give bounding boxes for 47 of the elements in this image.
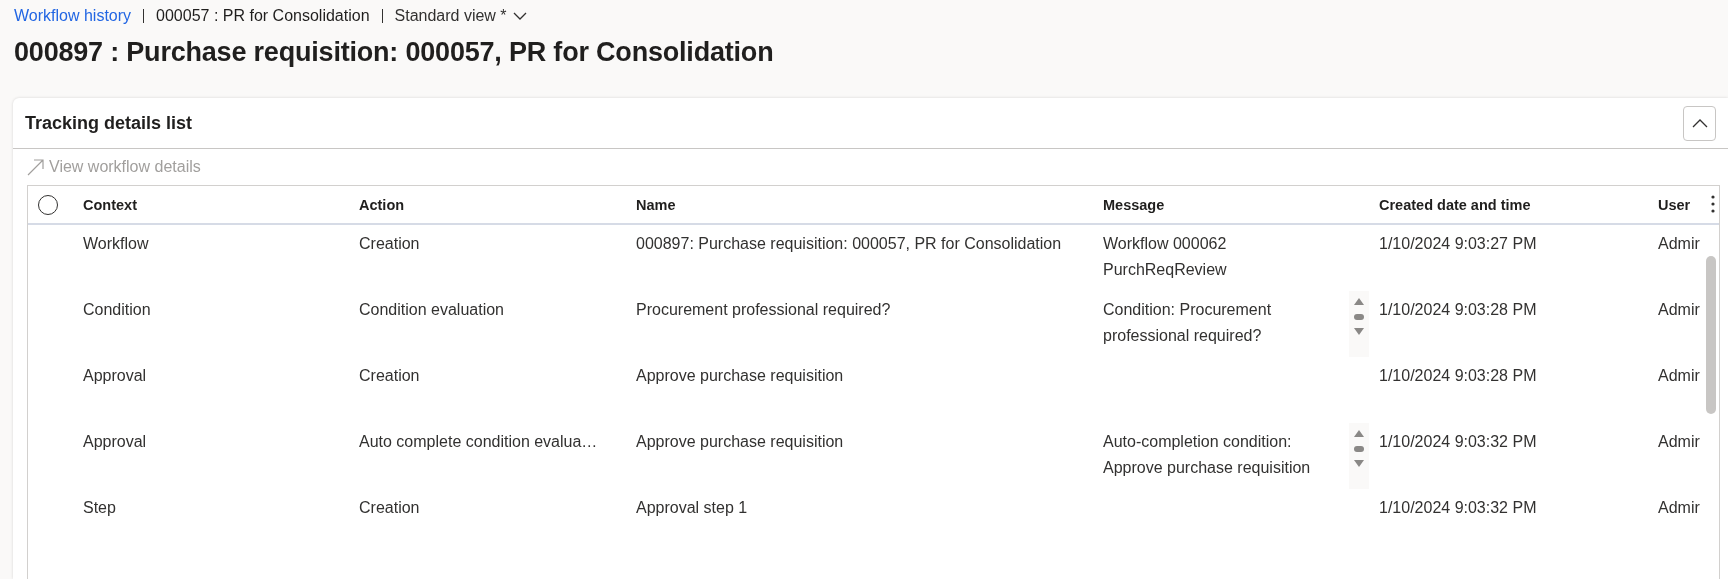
table-cell: Workflow bbox=[83, 235, 149, 252]
table-cell: Approve purchase requisition bbox=[636, 367, 844, 384]
page-title: 000897 : Purchase requisition: 000057, PR for Consolidation bbox=[14, 37, 775, 68]
collapse-button[interactable] bbox=[1683, 105, 1716, 141]
column-header[interactable]: Context bbox=[76, 196, 352, 213]
table-cell: Auto complete condition evalua… bbox=[359, 433, 598, 450]
table-cell-text: Condition: Procurement professional required? bbox=[1103, 300, 1273, 346]
table-cell: Condition evaluation bbox=[359, 301, 504, 318]
table-cell: 1/10/2024 9:03:32 PM bbox=[1379, 499, 1537, 516]
table-cell: 1/10/2024 9:03:32 PM bbox=[1379, 433, 1537, 450]
column-header[interactable]: Action bbox=[352, 196, 629, 213]
table-cell: Admir bbox=[1658, 301, 1700, 318]
scrollbar-thumb[interactable] bbox=[1706, 256, 1716, 414]
view-selector[interactable]: Standard view * bbox=[394, 7, 527, 25]
scroll-arrows-icon[interactable] bbox=[1349, 423, 1369, 489]
table-cell: 000897: Purchase requisition: 000057, PR for Consolidation bbox=[636, 235, 1062, 252]
arrow-icon bbox=[27, 158, 45, 176]
breadcrumb-link[interactable]: Workflow history bbox=[14, 7, 132, 25]
table-cell: 1/10/2024 9:03:28 PM bbox=[1379, 367, 1537, 384]
table-cell: Approval bbox=[83, 367, 147, 384]
table-cell: 1/10/2024 9:03:28 PM bbox=[1379, 301, 1537, 318]
column-header[interactable]: Name bbox=[629, 196, 1096, 213]
column-header[interactable]: User bbox=[1651, 196, 1719, 213]
table-cell: Approve purchase requisition bbox=[636, 433, 844, 450]
column-header[interactable]: Message bbox=[1096, 196, 1372, 213]
table-cell: Creation bbox=[359, 499, 420, 516]
column-header[interactable]: Created date and time bbox=[1372, 196, 1651, 213]
chevron-up-icon bbox=[1691, 118, 1708, 128]
table-cell: Approval step 1 bbox=[636, 499, 748, 516]
table-cell: Approval bbox=[83, 433, 147, 450]
table-cell: Creation bbox=[359, 235, 420, 252]
table-cell: Step bbox=[83, 499, 116, 516]
table-cell: Admir bbox=[1658, 235, 1700, 252]
table-cell: 1/10/2024 9:03:27 PM bbox=[1379, 235, 1537, 252]
table-cell: Creation bbox=[359, 367, 420, 384]
scroll-arrows-icon[interactable] bbox=[1349, 291, 1369, 357]
table-cell: Condition bbox=[83, 301, 151, 318]
record-name: 000057 : PR for Consolidation bbox=[156, 7, 370, 25]
table-cell: Admir bbox=[1658, 433, 1700, 450]
table-cell-text: Workflow 000062 PurchReqReview bbox=[1103, 234, 1228, 280]
table-cell: Procurement professional required? bbox=[636, 301, 891, 318]
more-options-icon[interactable] bbox=[1711, 195, 1715, 213]
section-title: Tracking details list bbox=[25, 112, 193, 134]
table-cell: Admir bbox=[1658, 499, 1700, 516]
table-cell: Admir bbox=[1658, 367, 1700, 384]
table-cell-text: Auto-completion condition: Approve purchase requisition bbox=[1103, 432, 1312, 478]
chevron-down-icon bbox=[512, 11, 527, 21]
